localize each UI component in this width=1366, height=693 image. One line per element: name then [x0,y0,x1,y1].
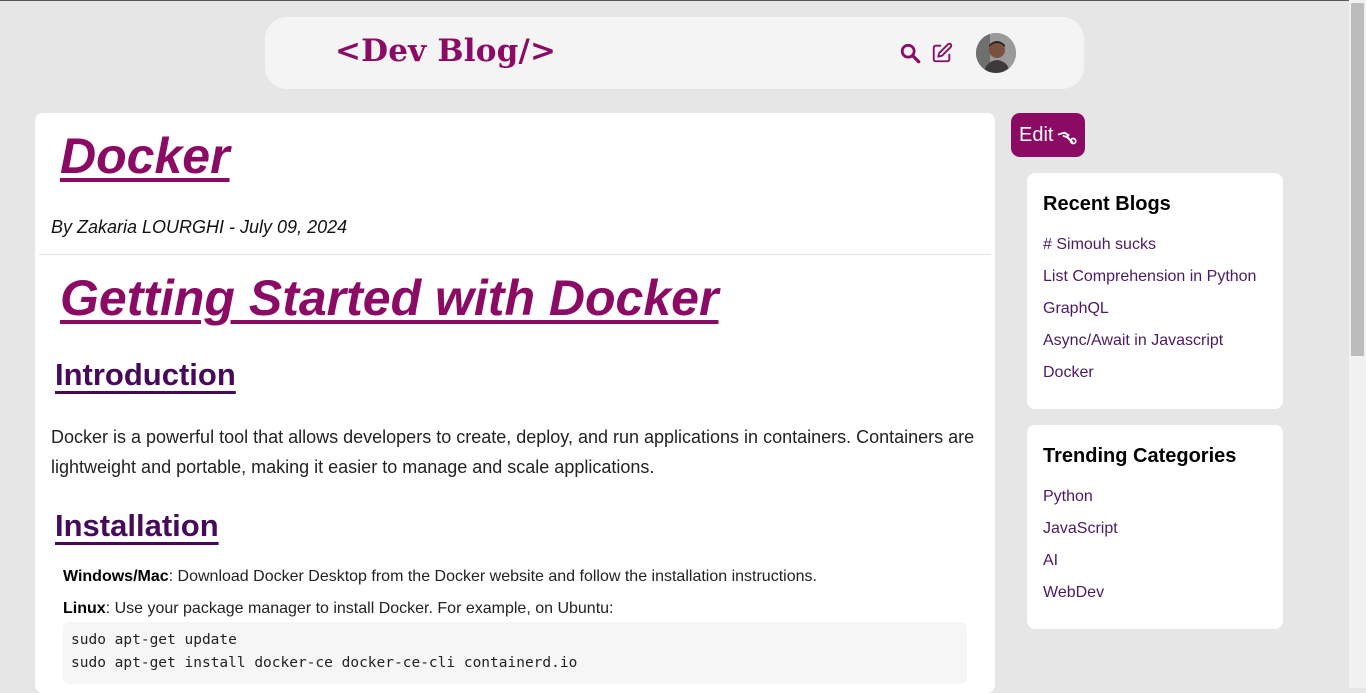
site-header: <Dev Blog/> [265,17,1084,89]
install-item-label: Windows/Mac [63,568,169,585]
trending-categories-title: Trending Categories [1043,445,1237,467]
category-link[interactable]: WebDev [1043,584,1104,602]
article-card: Docker By Zakaria LOURGHI - July 09, 202… [35,113,995,693]
section-heading-installation: Installation [55,508,219,543]
edit-button[interactable]: Edit [1011,113,1085,157]
edit-button-label: Edit [1019,124,1054,146]
pencil-square-icon[interactable] [931,42,953,64]
install-item-windows-mac: Windows/Mac: Download Docker Desktop fro… [63,568,817,586]
site-logo[interactable]: <Dev Blog/> [335,33,556,69]
category-link[interactable]: AI [1043,552,1058,570]
avatar-image [976,33,1016,73]
recent-blog-link[interactable]: List Comprehension in Python [1043,268,1256,286]
install-item-label: Linux [63,600,106,617]
avatar[interactable] [976,33,1016,73]
post-title: Docker [60,128,230,184]
code-line: sudo apt-get install docker-ce docker-ce… [71,655,578,671]
category-link[interactable]: Python [1043,488,1093,506]
search-icon[interactable] [899,42,921,64]
install-item-linux: Linux: Use your package manager to insta… [63,600,613,618]
code-line: sudo apt-get update [71,632,237,648]
category-link[interactable]: JavaScript [1043,520,1118,538]
recent-blogs-title: Recent Blogs [1043,193,1171,215]
trending-categories-card: Trending Categories Python JavaScript AI… [1027,425,1283,629]
window-top-border [0,0,1366,1]
recent-blog-link[interactable]: Async/Await in Javascript [1043,332,1223,350]
recent-blog-link[interactable]: Docker [1043,364,1094,382]
wrench-hand-icon [1057,131,1077,145]
intro-paragraph: Docker is a powerful tool that allows de… [51,427,975,477]
section-heading-introduction: Introduction [55,357,236,392]
scrollbar-thumb[interactable] [1351,3,1364,356]
divider [39,254,991,255]
article-heading: Getting Started with Docker [60,270,719,326]
install-item-text: : Download Docker Desktop from the Docke… [168,568,817,585]
recent-blog-link[interactable]: # Simouh sucks [1043,236,1156,254]
recent-blog-link[interactable]: GraphQL [1043,300,1109,318]
post-byline: By Zakaria LOURGHI - July 09, 2024 [51,217,348,237]
recent-blogs-card: Recent Blogs # Simouh sucks List Compreh… [1027,173,1283,409]
code-block[interactable]: sudo apt-get update sudo apt-get install… [63,622,967,684]
install-item-text: : Use your package manager to install Do… [105,600,614,617]
